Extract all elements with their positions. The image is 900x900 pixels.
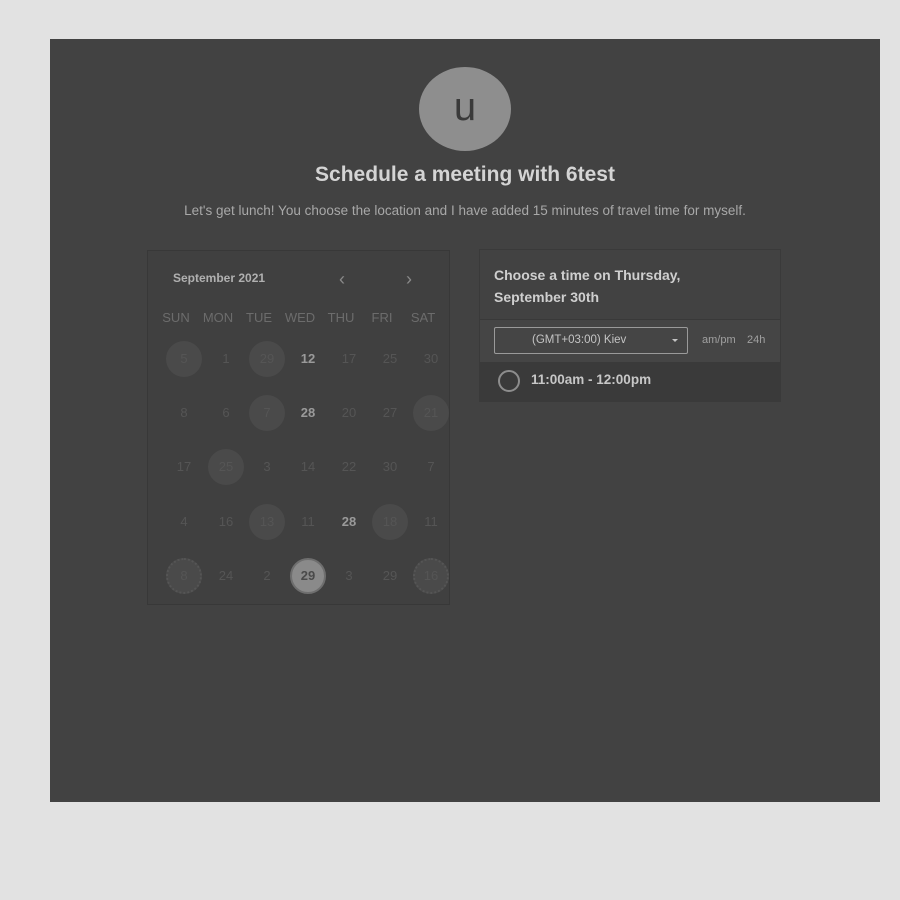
weekday-wed: WED xyxy=(284,310,316,325)
calendar-day[interactable]: 12 xyxy=(290,341,326,377)
avatar: u xyxy=(419,67,511,151)
calendar-day[interactable]: 18 xyxy=(372,504,408,540)
calendar-day[interactable]: 13 xyxy=(249,504,285,540)
timezone-select[interactable]: (GMT+03:00) Kiev xyxy=(494,327,688,354)
timezone-row: (GMT+03:00) Kiev am/pm 24h xyxy=(480,320,780,362)
calendar-day: 2 xyxy=(263,568,271,583)
calendar-day-selected[interactable]: 29 xyxy=(290,558,326,594)
format-24h-toggle[interactable]: 24h xyxy=(747,334,765,346)
chevron-left-icon[interactable]: ‹ xyxy=(330,267,354,291)
scheduler-page: u Schedule a meeting with 6test Let's ge… xyxy=(50,39,880,802)
calendar-day: 29 xyxy=(382,568,398,583)
weekday-thu: THU xyxy=(327,310,355,325)
calendar-day[interactable]: 7 xyxy=(249,395,285,431)
calendar-day: 7 xyxy=(427,459,435,474)
time-panel-title: Choose a time on Thursday, September 30t… xyxy=(494,267,681,305)
calendar-day: 30 xyxy=(423,351,439,366)
calendar-day: 17 xyxy=(176,459,192,474)
calendar-day: 3 xyxy=(263,459,271,474)
calendar-day: 22 xyxy=(341,459,357,474)
calendar-day: 14 xyxy=(300,459,316,474)
time-panel-header: Choose a time on Thursday, September 30t… xyxy=(480,250,780,320)
calendar-day[interactable]: 21 xyxy=(413,395,449,431)
calendar-day[interactable]: 8 xyxy=(166,558,202,594)
chevron-right-icon[interactable]: › xyxy=(397,267,421,291)
calendar-day[interactable]: 29 xyxy=(249,341,285,377)
calendar-day: 17 xyxy=(341,351,357,366)
weekday-fri: FRI xyxy=(371,310,393,325)
calendar-day[interactable]: 25 xyxy=(208,449,244,485)
weekday-sun: SUN xyxy=(162,310,190,325)
avatar-initial: u xyxy=(453,84,477,129)
page-title: Schedule a meeting with 6test xyxy=(315,163,615,186)
radio-icon[interactable] xyxy=(498,370,520,392)
calendar-day[interactable]: 28 xyxy=(290,395,326,431)
calendar-day[interactable]: 28 xyxy=(331,504,367,540)
calendar-day: 11 xyxy=(424,514,438,529)
calendar-day: 16 xyxy=(218,514,234,529)
chevron-down-icon xyxy=(672,339,678,342)
calendar-day: 30 xyxy=(382,459,398,474)
calendar-day: 20 xyxy=(341,405,357,420)
calendar-day: 6 xyxy=(222,405,230,420)
calendar-day: 8 xyxy=(180,405,188,420)
calendar-day: 25 xyxy=(382,351,398,366)
format-ampm-toggle[interactable]: am/pm xyxy=(702,334,736,346)
time-slot-label: 11:00am - 12:00pm xyxy=(531,372,652,387)
weekday-tue: TUE xyxy=(246,310,272,325)
page-description: Let's get lunch! You choose the location… xyxy=(184,203,746,218)
time-slot[interactable]: 11:00am - 12:00pm xyxy=(480,362,780,401)
calendar-day: 24 xyxy=(218,568,234,583)
calendar-month-label: September 2021 xyxy=(173,271,266,285)
weekday-mon: MON xyxy=(202,310,234,325)
time-panel: Choose a time on Thursday, September 30t… xyxy=(479,249,781,402)
weekday-sat: SAT xyxy=(410,310,436,325)
calendar-day: 11 xyxy=(301,514,315,529)
calendar-day: 27 xyxy=(382,405,398,420)
calendar-day[interactable]: 5 xyxy=(166,341,202,377)
calendar: September 2021 ‹ › SUN MON TUE WED THU F… xyxy=(147,250,450,605)
calendar-day: 3 xyxy=(345,568,353,583)
calendar-day: 4 xyxy=(180,514,188,529)
timezone-value: (GMT+03:00) Kiev xyxy=(532,334,627,346)
calendar-day: 1 xyxy=(222,351,230,366)
calendar-day[interactable]: 16 xyxy=(413,558,449,594)
